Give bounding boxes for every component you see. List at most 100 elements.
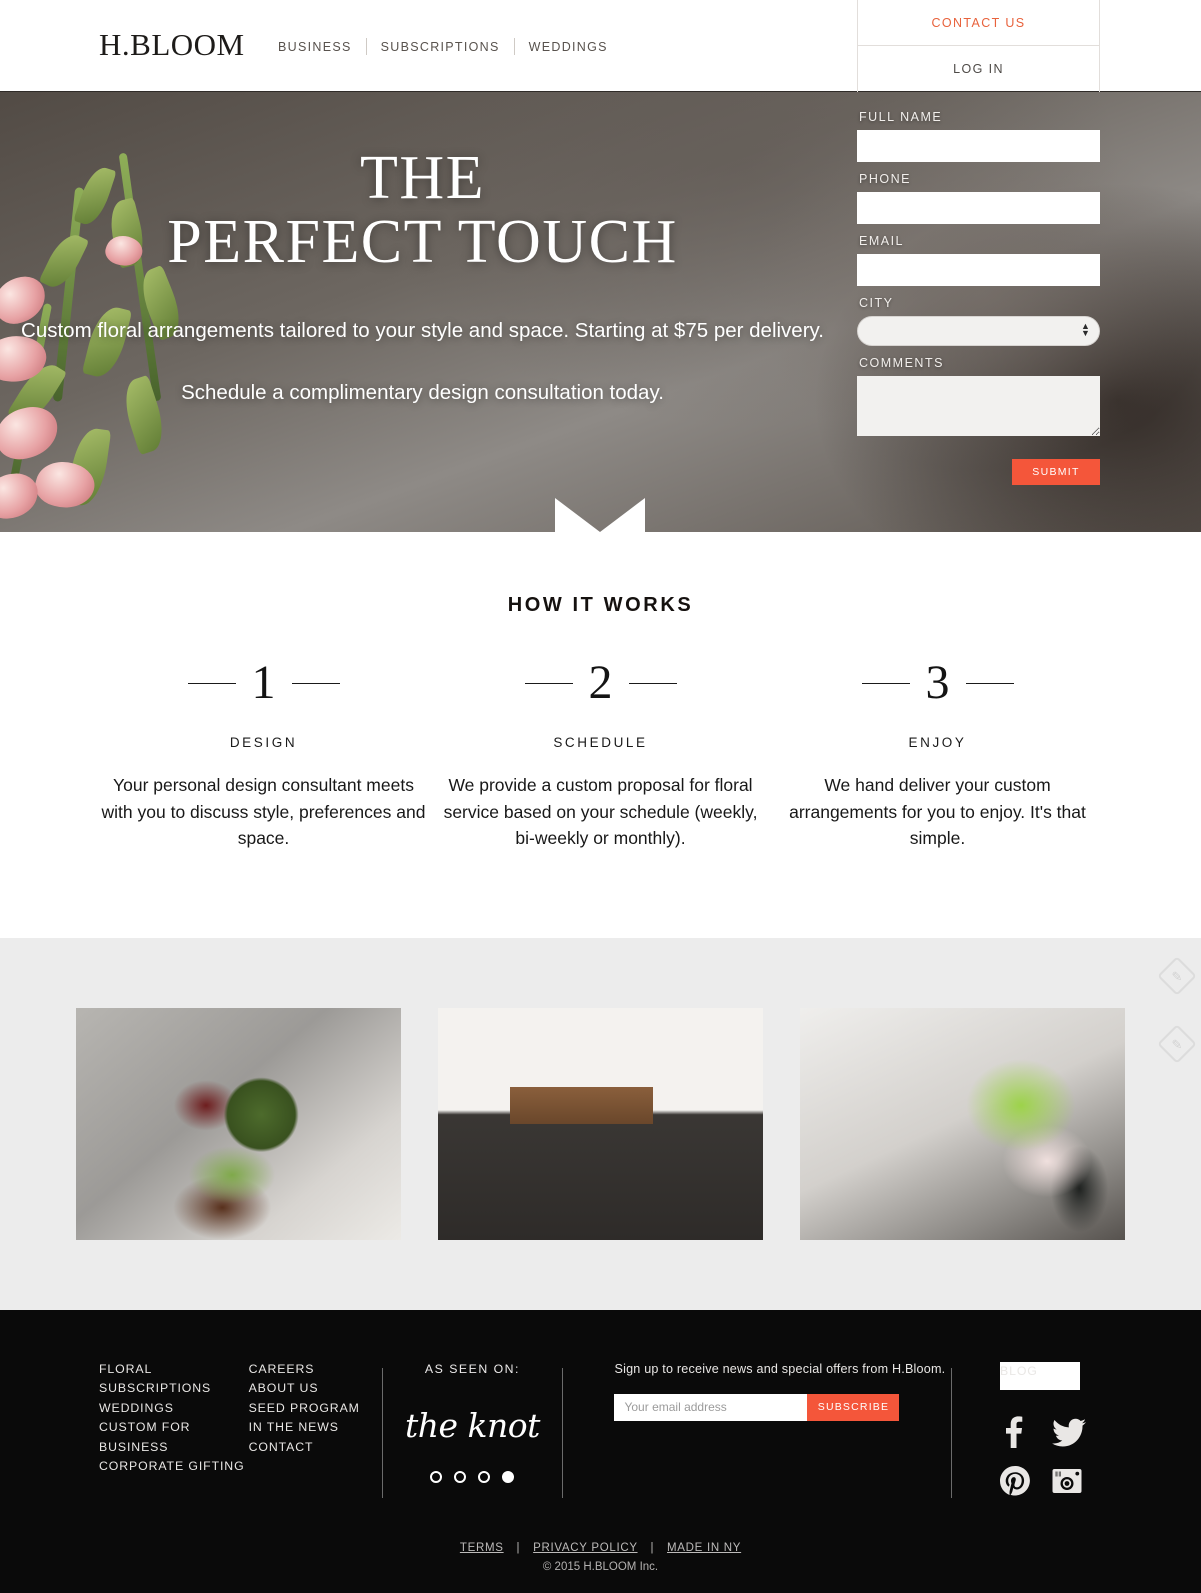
carousel-dot-1[interactable]	[430, 1470, 443, 1483]
lead-capture-form: FULL NAME PHONE EMAIL CITY ▲ ▼ COMMENTS S…	[857, 92, 1100, 485]
step-name: SCHEDULE	[553, 735, 648, 750]
hero-cta-text: Schedule a complimentary design consulta…	[181, 380, 664, 404]
footer-link-careers[interactable]: CAREERS	[249, 1360, 383, 1380]
how-it-works-steps: 1 DESIGN Your personal design consultant…	[0, 659, 1201, 852]
comments-label: COMMENTS	[859, 356, 944, 370]
feedback-diamond-icon[interactable]: ✎	[1157, 955, 1197, 996]
step-design: 1 DESIGN Your personal design consultant…	[95, 659, 432, 852]
privacy-policy-link[interactable]: PRIVACY POLICY	[533, 1542, 637, 1554]
subscribe-button[interactable]: SUBSCRIBE	[807, 1393, 900, 1421]
side-widget-stack: ✎ ✎	[1157, 955, 1197, 1064]
city-select-wrapper: ▲ ▼	[857, 316, 1100, 356]
twitter-icon[interactable]	[1052, 1416, 1104, 1448]
dash-right-icon	[628, 682, 677, 684]
pinterest-icon[interactable]	[1000, 1465, 1052, 1496]
email-label: EMAIL	[859, 234, 905, 248]
legal-links-row: TERMS | PRIVACY POLICY | MADE IN NY	[0, 1542, 1201, 1554]
copyright-text: © 2015 H.BLOOM Inc.	[542, 1560, 659, 1573]
step-number-row: 2	[432, 659, 769, 707]
nav-item-weddings[interactable]: WEDDINGS	[515, 40, 622, 54]
as-seen-on-carousel-dots	[383, 1470, 561, 1483]
gallery-section: ✎ ✎	[0, 937, 1201, 1310]
dash-right-icon	[291, 682, 340, 684]
how-it-works-section: HOW IT WORKS 1 DESIGN Your personal desi…	[0, 532, 1201, 938]
social-column: BLOG	[952, 1360, 1102, 1520]
carousel-dot-2[interactable]	[454, 1470, 467, 1483]
city-label: CITY	[859, 296, 894, 310]
footer-link-about-us[interactable]: ABOUT US	[249, 1379, 383, 1399]
footer-link-seed-program[interactable]: SEED PROGRAM	[249, 1399, 383, 1419]
site-logo[interactable]: H.BLOOM	[99, 27, 245, 63]
instagram-icon[interactable]	[1052, 1466, 1104, 1496]
footer-links-column-2: CAREERS ABOUT US SEED PROGRAM IN THE NEW…	[249, 1360, 383, 1520]
facebook-icon[interactable]	[1000, 1416, 1052, 1448]
contact-us-link[interactable]: CONTACT US	[858, 0, 1099, 46]
social-icon-grid	[1000, 1416, 1104, 1496]
footer-legal: TERMS | PRIVACY POLICY | MADE IN NY © 20…	[0, 1520, 1201, 1593]
legal-separator: |	[650, 1541, 655, 1554]
step-schedule: 2 SCHEDULE We provide a custom proposal …	[432, 659, 769, 852]
step-number-row: 3	[769, 659, 1106, 707]
step-name: ENJOY	[908, 735, 967, 750]
full-name-label: FULL NAME	[859, 110, 943, 124]
gallery-grid	[0, 1007, 1201, 1240]
newsletter-copy: Sign up to receive news and special offe…	[614, 1361, 946, 1376]
hero-title: THE PERFECT TOUCH	[0, 146, 845, 276]
newsletter-email-input[interactable]	[614, 1393, 808, 1421]
site-header: H.BLOOM BUSINESS SUBSCRIPTIONS WEDDINGS …	[0, 0, 1201, 92]
email-input[interactable]	[857, 254, 1100, 286]
gallery-image-2[interactable]	[438, 1007, 763, 1240]
step-copy: We hand deliver your custom arrangements…	[789, 775, 1086, 849]
dash-right-icon	[965, 682, 1014, 684]
as-seen-on-column: AS SEEN ON: the knot	[383, 1360, 561, 1520]
step-number-row: 1	[95, 659, 432, 707]
newsletter-column: Sign up to receive news and special offe…	[562, 1360, 951, 1520]
submit-row: SUBMIT	[857, 459, 1100, 485]
carousel-dot-3[interactable]	[478, 1470, 491, 1483]
nav-item-subscriptions[interactable]: SUBSCRIPTIONS	[367, 40, 514, 54]
newsletter-form: SUBSCRIBE	[614, 1393, 900, 1421]
step-enjoy: 3 ENJOY We hand deliver your custom arra…	[769, 659, 1106, 852]
made-in-ny-link[interactable]: MADE IN NY	[667, 1542, 741, 1554]
city-select[interactable]	[857, 316, 1100, 346]
step-copy: Your personal design consultant meets wi…	[101, 775, 426, 849]
log-in-link[interactable]: LOG IN	[858, 46, 1099, 92]
blog-button[interactable]: BLOG	[1000, 1361, 1080, 1390]
full-name-input[interactable]	[857, 130, 1100, 162]
step-copy: We provide a custom proposal for floral …	[443, 775, 758, 849]
site-footer: FLORAL SUBSCRIPTIONS WEDDINGS CUSTOM FOR…	[0, 1309, 1201, 1593]
hero-section: THE PERFECT TOUCH Custom floral arrangem…	[0, 92, 1201, 532]
nav-item-business[interactable]: BUSINESS	[278, 40, 366, 54]
step-number: 1	[251, 656, 276, 709]
dash-left-icon	[187, 682, 236, 684]
carousel-dot-4-active[interactable]	[502, 1470, 515, 1483]
phone-label: PHONE	[859, 172, 911, 186]
how-it-works-title: HOW IT WORKS	[507, 594, 694, 616]
footer-link-weddings[interactable]: WEDDINGS	[99, 1399, 249, 1419]
gallery-image-3[interactable]	[800, 1007, 1125, 1240]
step-name: DESIGN	[229, 735, 298, 750]
footer-link-in-the-news[interactable]: IN THE NEWS	[249, 1418, 383, 1438]
footer-link-contact[interactable]: CONTACT	[249, 1438, 383, 1458]
step-number: 2	[588, 656, 613, 709]
gallery-image-1[interactable]	[76, 1007, 401, 1240]
account-box: CONTACT US LOG IN	[857, 0, 1100, 92]
comments-textarea[interactable]	[857, 376, 1100, 436]
submit-button[interactable]: SUBMIT	[1012, 459, 1100, 485]
footer-link-floral-subscriptions[interactable]: FLORAL SUBSCRIPTIONS	[99, 1360, 249, 1399]
footer-link-corporate-gifting[interactable]: CORPORATE GIFTING	[99, 1457, 249, 1477]
hero-title-line-2: PERFECT TOUCH	[167, 207, 678, 276]
hero-text-block: THE PERFECT TOUCH Custom floral arrangem…	[0, 92, 845, 405]
footer-link-custom-for-business[interactable]: CUSTOM FOR BUSINESS	[99, 1418, 249, 1457]
feedback-diamond-icon[interactable]: ✎	[1157, 1023, 1197, 1064]
hero-subtitle: Custom floral arrangements tailored to y…	[21, 318, 824, 342]
legal-separator: |	[516, 1541, 521, 1554]
terms-link[interactable]: TERMS	[460, 1542, 504, 1554]
phone-input[interactable]	[857, 192, 1100, 224]
dash-left-icon	[524, 682, 573, 684]
dash-left-icon	[861, 682, 910, 684]
footer-main: FLORAL SUBSCRIPTIONS WEDDINGS CUSTOM FOR…	[0, 1360, 1201, 1520]
step-number: 3	[925, 656, 950, 709]
main-navigation: BUSINESS SUBSCRIPTIONS WEDDINGS	[278, 38, 622, 55]
footer-links-column-1: FLORAL SUBSCRIPTIONS WEDDINGS CUSTOM FOR…	[99, 1360, 249, 1520]
